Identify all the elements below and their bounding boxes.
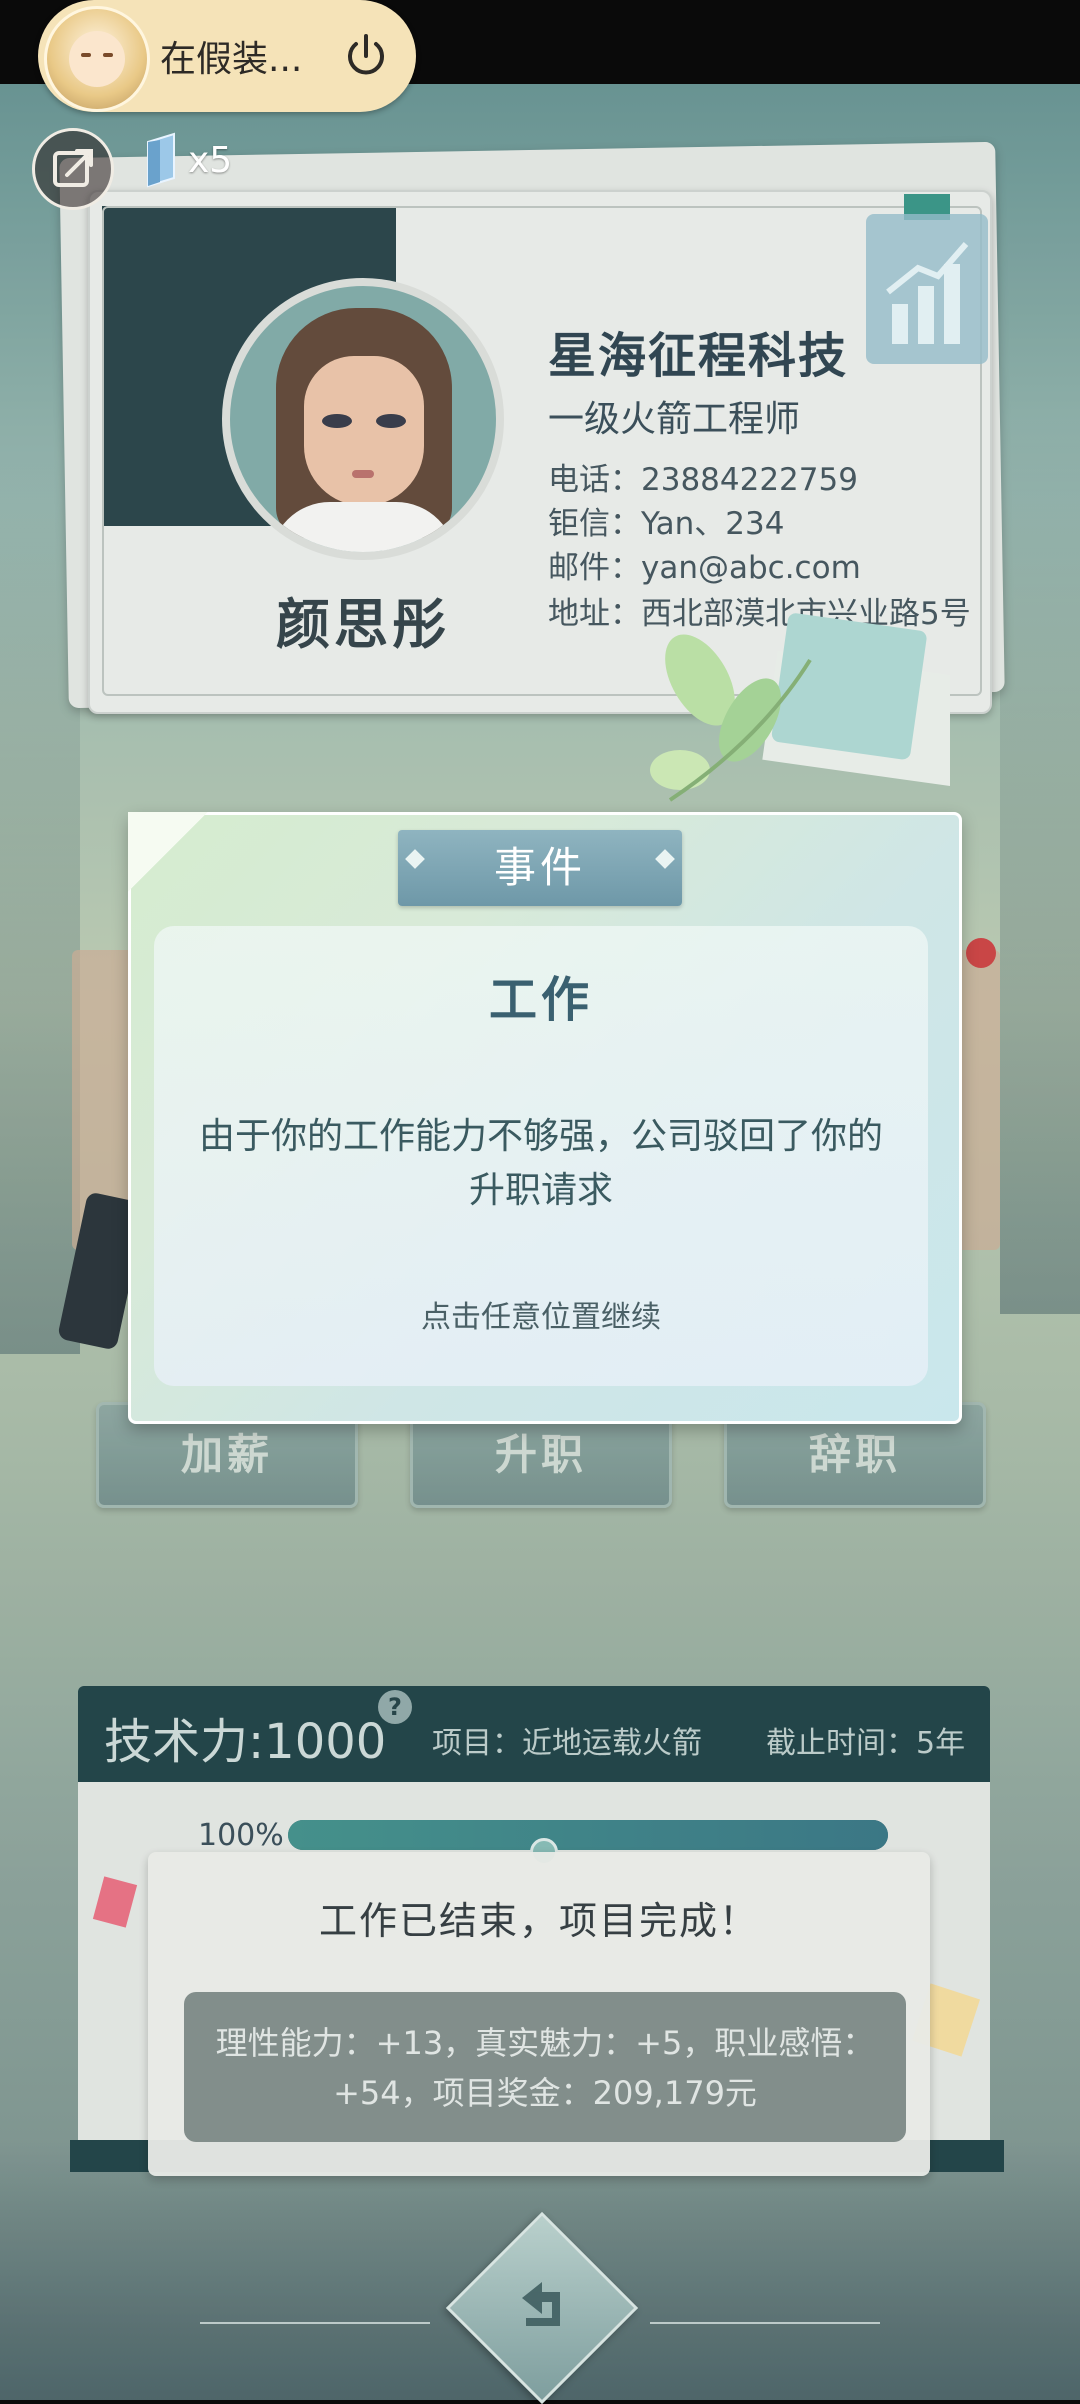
back-arrow-icon xyxy=(522,2282,560,2326)
continue-hint[interactable]: 点击任意位置继续 xyxy=(154,1292,928,1336)
app-status-pill[interactable]: 在假装... xyxy=(38,0,416,112)
decor-line-left xyxy=(200,2322,430,2324)
event-header-label: 事件 xyxy=(493,843,586,892)
exit-icon xyxy=(53,149,93,187)
modal-corner-fold xyxy=(128,812,208,892)
app-status-label: 在假装... xyxy=(160,39,303,80)
event-title: 工作 xyxy=(488,972,593,1028)
event-message: 由于你的工作能力不够强，公司驳回了你的升职请求 xyxy=(198,1116,883,1211)
decor-line-right xyxy=(650,2322,880,2324)
gem-count: x5 xyxy=(188,140,233,181)
app-avatar-icon xyxy=(44,6,150,112)
event-modal-header: 事件 xyxy=(398,830,682,906)
diamond-gem-icon xyxy=(147,132,175,188)
power-icon[interactable] xyxy=(338,28,394,84)
header-diamond-left xyxy=(405,849,425,869)
exit-button[interactable] xyxy=(32,128,114,210)
header-diamond-right xyxy=(655,849,675,869)
